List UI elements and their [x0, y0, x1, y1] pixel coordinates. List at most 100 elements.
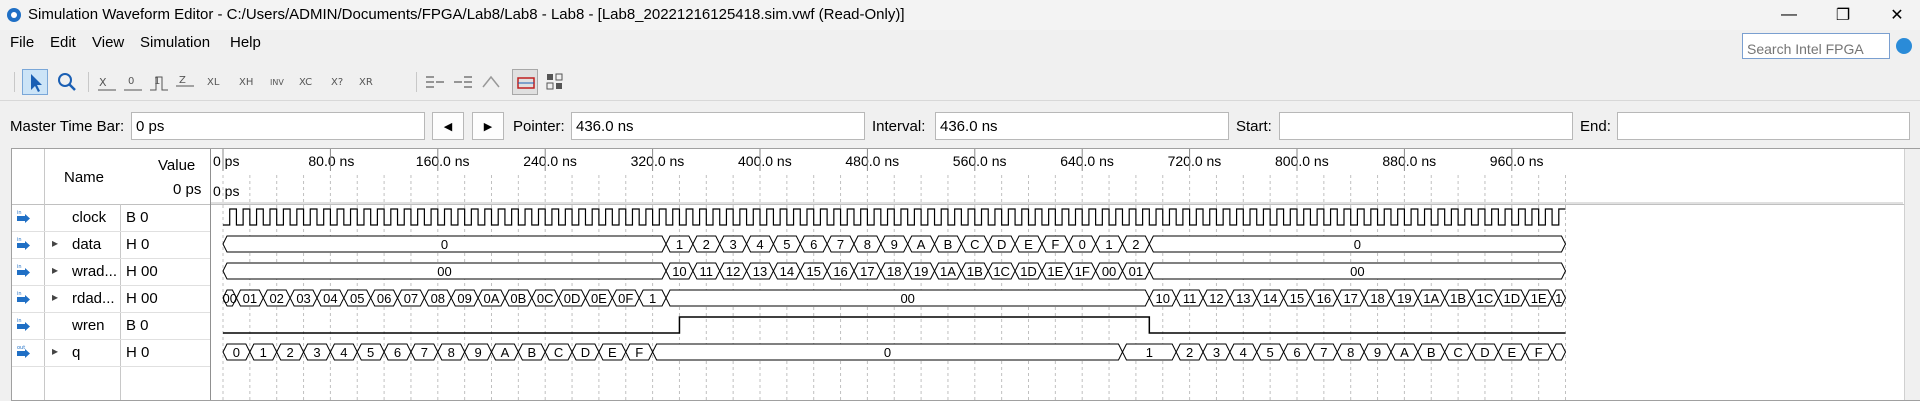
signal-value: H 00: [126, 290, 158, 307]
close-button[interactable]: ✕: [1874, 0, 1920, 30]
next-transition-button[interactable]: ▶: [472, 112, 504, 140]
signal-value: B 0: [126, 317, 149, 334]
bus-segment-label: 1B: [1450, 291, 1466, 306]
sort-icon[interactable]: [478, 69, 504, 95]
signal-value: H 00: [126, 263, 158, 280]
bus-segment-label: 10: [672, 264, 686, 279]
bus-segment-label: 5: [367, 345, 374, 360]
bus-segment-label: 01: [1129, 264, 1143, 279]
bus-segment-label: 17: [1343, 291, 1357, 306]
zoom-tool-icon[interactable]: [54, 69, 80, 95]
force-low-icon[interactable]: 0: [120, 69, 146, 95]
bus-segment-label: 17: [860, 264, 874, 279]
expand-arrow-icon[interactable]: ▸: [52, 236, 58, 250]
bus-segment-label: 1A: [1423, 291, 1439, 306]
signal-row-q[interactable]: out ▸ q H 0: [12, 339, 210, 367]
menu-simulation[interactable]: Simulation: [140, 34, 210, 51]
interval-input[interactable]: 436.0 ns: [935, 112, 1229, 140]
bus-segment-label: 9: [1374, 345, 1381, 360]
previous-transition-button[interactable]: ◀: [432, 112, 464, 140]
menu-view[interactable]: View: [92, 34, 124, 51]
pointer-tool-icon[interactable]: [22, 69, 48, 95]
snap-to-grid-icon[interactable]: [512, 69, 538, 95]
force-high-icon[interactable]: 1: [146, 69, 172, 95]
bus-segment-label: 1B: [967, 264, 983, 279]
time-fields-bar: Master Time Bar: 0 ps ◀ ▶ Pointer: 436.0…: [0, 108, 1920, 142]
unknown-value-icon[interactable]: X: [94, 69, 120, 95]
menu-help[interactable]: Help: [230, 34, 261, 51]
menu-edit[interactable]: Edit: [50, 34, 76, 51]
bus-segment-label: 1: [260, 345, 267, 360]
minimize-button[interactable]: —: [1766, 0, 1812, 30]
menu-bar: File Edit View Simulation Help: [0, 30, 1920, 56]
title-bar: Simulation Waveform Editor - C:/Users/AD…: [0, 0, 1920, 30]
bus-segment-label: E: [1024, 237, 1033, 252]
end-input[interactable]: [1617, 112, 1910, 140]
search-input[interactable]: [1742, 33, 1890, 59]
group-icon[interactable]: [422, 69, 448, 95]
bus-segment-label: 00: [437, 264, 451, 279]
restore-button[interactable]: ❐: [1820, 0, 1866, 30]
bus-segment-label: 0: [884, 345, 891, 360]
signal-row-rdad[interactable]: in ▸ rdad... H 00: [12, 285, 210, 313]
signal-value: B 0: [126, 209, 149, 226]
bus-segment-label: 1E: [1531, 291, 1547, 306]
svg-text:in: in: [17, 291, 22, 297]
bus-segment-label: 13: [753, 264, 767, 279]
high-impedance-icon[interactable]: Z: [172, 69, 198, 95]
bus-segment-label: 0C: [537, 291, 554, 306]
signal-row-clock[interactable]: in clock B 0: [12, 204, 210, 232]
bus-segment-label: 1D: [1503, 291, 1520, 306]
signal-row-wrad[interactable]: in ▸ wrad... H 00: [12, 258, 210, 286]
name-column-header[interactable]: Name: [64, 169, 104, 186]
weak-high-icon[interactable]: XH: [236, 69, 262, 95]
bus-segment-label: 12: [726, 264, 740, 279]
timeline-tick-label: 0 ps: [213, 153, 239, 169]
bus-segment-label: 0B: [510, 291, 526, 306]
invert-icon[interactable]: INV: [268, 69, 294, 95]
bus-segment-label: 1C: [993, 264, 1010, 279]
signal-row-data[interactable]: in ▸ data H 0: [12, 231, 210, 259]
menu-file[interactable]: File: [10, 34, 34, 51]
bus-segment-label: C: [554, 345, 563, 360]
expand-arrow-icon[interactable]: ▸: [52, 290, 58, 304]
timeline-tick-label: 400.0 ns: [738, 153, 792, 169]
signal-row-wren[interactable]: in wren B 0: [12, 312, 210, 340]
arbitrary-value-icon[interactable]: XR: [356, 69, 382, 95]
expand-arrow-icon[interactable]: ▸: [52, 344, 58, 358]
signal-name: q: [72, 344, 81, 361]
master-time-bar-input[interactable]: 0 ps: [131, 112, 425, 140]
bus-segment-label: 0: [1079, 237, 1086, 252]
bus-segment-label: C: [1453, 345, 1462, 360]
bus-segment-label: 18: [887, 264, 901, 279]
signal-value: H 0: [126, 344, 150, 361]
bus-segment-label: F: [1535, 345, 1543, 360]
weak-low-icon[interactable]: XL: [204, 69, 230, 95]
signal-name: clock: [72, 209, 107, 226]
bus-segment: [1551, 343, 1567, 361]
bus-segment-label: 1: [676, 237, 683, 252]
bus-segment-label: 06: [377, 291, 391, 306]
bus-segment-label: 0: [441, 237, 448, 252]
count-value-icon[interactable]: XC: [296, 69, 322, 95]
random-value-icon[interactable]: X?: [328, 69, 354, 95]
search-icon[interactable]: [1896, 38, 1912, 54]
start-input[interactable]: [1279, 112, 1573, 140]
expand-arrow-icon[interactable]: ▸: [52, 263, 58, 277]
bus-segment-label: F: [635, 345, 643, 360]
signal-value: H 0: [126, 236, 150, 253]
pointer-input[interactable]: 436.0 ns: [571, 112, 865, 140]
value-column-header[interactable]: Value: [158, 157, 195, 174]
ungroup-icon[interactable]: [450, 69, 476, 95]
bus-segment-label: 19: [914, 264, 928, 279]
bus-segment-label: 00: [900, 291, 914, 306]
bus-segment-label: 14: [780, 264, 794, 279]
vertical-scrollbar[interactable]: [1904, 149, 1920, 400]
waveform-canvas[interactable]: 0 ps 80.0 ns 160.0 ns 240.0 ns 320.0 ns 400.0…: [211, 149, 1903, 400]
clock-waveform: [223, 208, 1566, 226]
bus-segment-label: 00: [222, 291, 236, 306]
bus-segment-label: 07: [404, 291, 418, 306]
toolbar-separator: [416, 72, 417, 92]
grid-settings-icon[interactable]: [542, 69, 568, 95]
input-bus-icon: in: [16, 236, 32, 252]
